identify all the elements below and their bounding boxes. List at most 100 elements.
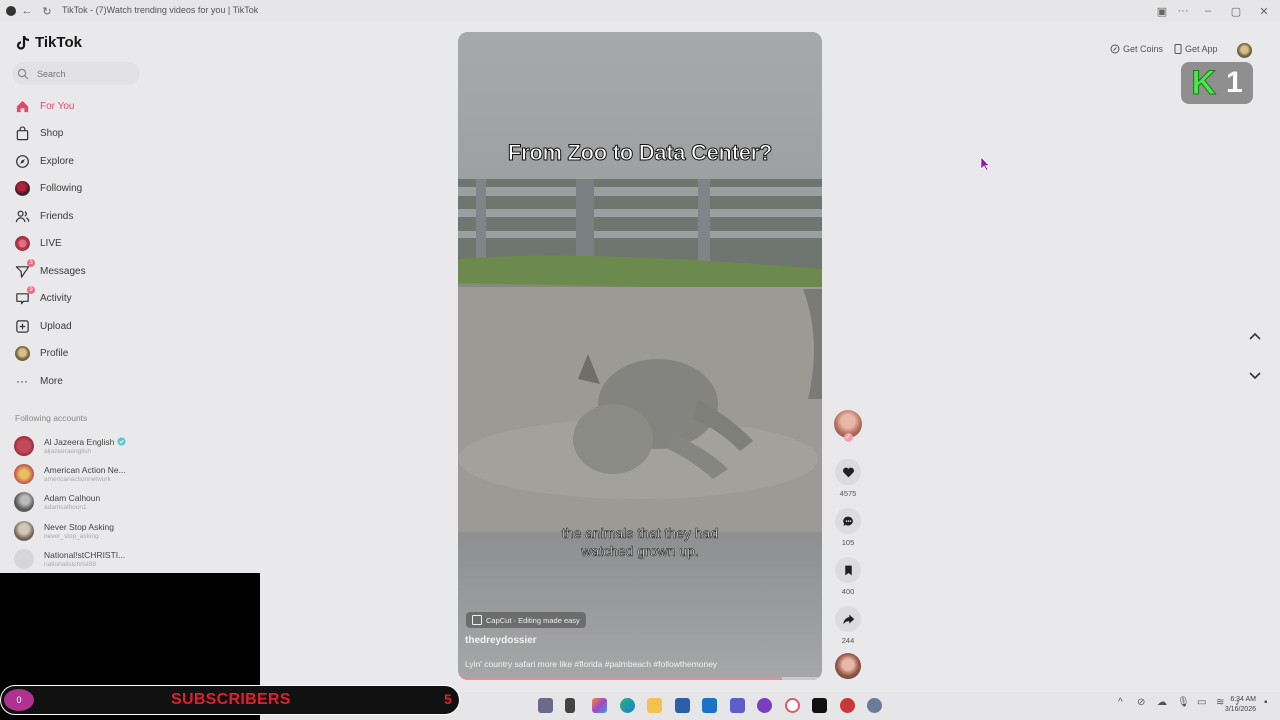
tray-cloud-icon[interactable]: ☁ xyxy=(1157,697,1167,708)
share-count: 244 xyxy=(841,636,855,645)
microphone-icon[interactable]: 🎙︎ xyxy=(1177,697,1190,708)
reload-icon[interactable]: ↻ xyxy=(39,3,55,19)
nav-more[interactable]: ··· More xyxy=(14,370,63,392)
minimize-icon[interactable]: – xyxy=(1200,3,1216,19)
tray-chevron-icon[interactable]: ^ xyxy=(1118,697,1123,708)
search-box[interactable] xyxy=(12,62,140,85)
video-progress-bar[interactable] xyxy=(458,677,822,680)
split-view-icon[interactable]: ▣ xyxy=(1154,3,1170,19)
tab-title[interactable]: TikTok - (7)Watch trending videos for yo… xyxy=(62,5,258,15)
previous-video-button[interactable] xyxy=(1246,327,1264,345)
nav-label: Following xyxy=(40,182,83,194)
nav-label: Messages xyxy=(40,265,86,277)
nav-shop[interactable]: Shop xyxy=(14,122,63,144)
account-handle: americanactionnetwork xyxy=(44,475,111,483)
file-explorer-icon[interactable] xyxy=(647,698,662,713)
outlook-icon[interactable] xyxy=(702,698,717,713)
system-clock[interactable]: 6:34 AM 3/16/2026 xyxy=(1225,695,1256,715)
avatar xyxy=(14,492,34,512)
rhino-scene-image xyxy=(458,179,822,532)
nav-label: Upload xyxy=(40,320,72,332)
settings-icon[interactable] xyxy=(867,698,882,713)
profile-avatar-icon xyxy=(14,345,30,361)
user-avatar[interactable] xyxy=(1237,43,1252,58)
opera-icon[interactable] xyxy=(785,698,800,713)
maximize-icon[interactable]: ▢ xyxy=(1228,3,1244,19)
coin-icon xyxy=(1110,44,1120,54)
menu-dots-icon[interactable]: ··· xyxy=(1175,3,1191,19)
account-item[interactable]: American Action Ne... americanactionnetw… xyxy=(14,462,126,486)
next-video-button[interactable] xyxy=(1246,367,1264,385)
copilot-icon[interactable] xyxy=(592,698,607,713)
account-name: Al Jazeera English xyxy=(44,436,115,447)
subscribers-banner: 0 SUBSCRIBERS 5 xyxy=(0,685,460,715)
wifi-icon[interactable]: ≋ xyxy=(1216,697,1224,708)
comment-button[interactable]: 105 xyxy=(834,508,862,547)
account-item[interactable]: Never Stop Asking never_stop_asking xyxy=(14,519,114,543)
search-input[interactable] xyxy=(35,67,139,80)
mouse-cursor-icon xyxy=(980,156,990,176)
account-handle: aljazeeraenglish xyxy=(44,447,91,455)
nav-upload[interactable]: Upload xyxy=(14,315,72,337)
terminal-icon[interactable] xyxy=(565,698,575,713)
close-icon[interactable]: ✕ xyxy=(1256,3,1272,19)
messenger-icon[interactable] xyxy=(757,698,772,713)
avatar xyxy=(14,464,34,484)
clock-time: 6:34 AM xyxy=(1230,696,1256,703)
following-avatar-icon xyxy=(14,180,30,196)
avatar xyxy=(14,549,34,569)
search-icon xyxy=(17,68,29,79)
account-item[interactable]: National!stCHRISTI... nationalistchrist8… xyxy=(14,547,125,571)
capcut-icon xyxy=(472,615,482,625)
paper-plane-icon: 3 xyxy=(14,259,35,279)
nav-following[interactable]: Following xyxy=(14,177,82,199)
save-button[interactable]: 400 xyxy=(834,557,862,596)
comment-icon xyxy=(835,508,861,534)
nav-for-you[interactable]: For You xyxy=(14,95,74,117)
nav-label: Shop xyxy=(40,127,64,139)
tray-app-icon[interactable]: ⊘ xyxy=(1137,697,1145,708)
more-dots-icon: ··· xyxy=(16,374,28,388)
follow-plus-icon[interactable]: ✓ xyxy=(843,433,853,442)
like-button[interactable]: 4575 xyxy=(834,459,862,498)
nav-activity[interactable]: 9 Activity xyxy=(14,286,72,309)
account-name: Never Stop Asking xyxy=(44,521,114,532)
video-player[interactable]: From Zoo to Data Center? the animals tha… xyxy=(458,32,822,680)
music-disc-button[interactable] xyxy=(834,653,862,679)
tiktok-taskbar-icon[interactable] xyxy=(812,698,827,713)
phone-icon xyxy=(1174,44,1182,54)
nav-profile[interactable]: Profile xyxy=(14,342,68,364)
share-button[interactable]: 244 xyxy=(834,606,862,645)
friends-icon xyxy=(14,208,30,224)
app-red-icon[interactable] xyxy=(840,698,855,713)
account-handle: adamcalhoun1 xyxy=(44,503,87,511)
edge-icon[interactable] xyxy=(620,698,635,713)
nav-friends[interactable]: Friends xyxy=(14,205,73,227)
task-view-icon[interactable] xyxy=(538,698,553,713)
account-item[interactable]: Al Jazeera English aljazeeraenglish xyxy=(14,434,126,458)
overlay-number: 1 xyxy=(1225,66,1243,99)
browser-logo-icon xyxy=(3,3,19,19)
get-app-link[interactable]: Get App xyxy=(1174,44,1218,54)
store-icon[interactable] xyxy=(675,698,690,713)
like-count: 4575 xyxy=(839,489,857,498)
tiktok-note-icon xyxy=(16,35,30,50)
nav-explore[interactable]: Explore xyxy=(14,150,74,172)
k1-overlay-badge: K 1 xyxy=(1181,62,1253,104)
tiktok-logo[interactable]: TikTok xyxy=(15,34,82,51)
verified-icon xyxy=(117,436,126,446)
bookmark-icon xyxy=(835,557,861,583)
creator-avatar-button[interactable]: ✓ xyxy=(834,410,862,442)
nav-messages[interactable]: 3 Messages xyxy=(14,259,86,282)
notifications-icon[interactable]: ▪ xyxy=(1264,697,1268,708)
video-username[interactable]: thedreydossier xyxy=(465,635,537,646)
capcut-tag[interactable]: CapCut · Editing made easy xyxy=(466,612,586,628)
nav-live[interactable]: LIVE xyxy=(14,232,62,254)
subscribers-count: 5 xyxy=(444,691,452,707)
teams-icon[interactable] xyxy=(730,698,745,713)
nav-label: Profile xyxy=(40,347,69,359)
get-coins-link[interactable]: Get Coins xyxy=(1110,44,1163,54)
back-icon[interactable]: ← xyxy=(19,3,35,19)
display-icon[interactable]: ▭ xyxy=(1197,697,1206,708)
account-item[interactable]: Adam Calhoun adamcalhoun1 xyxy=(14,490,100,514)
